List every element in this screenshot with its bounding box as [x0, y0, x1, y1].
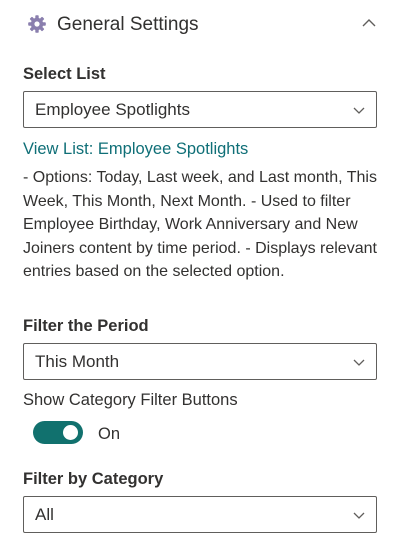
chevron-up-icon[interactable] — [360, 14, 378, 32]
category-buttons-label: Show Category Filter Buttons — [23, 391, 238, 409]
filter-period-dropdown[interactable]: This Month — [23, 343, 377, 380]
filter-category-value: All — [35, 505, 54, 524]
toggle-knob — [63, 425, 78, 440]
chevron-down-icon — [353, 107, 365, 114]
chevron-down-icon — [353, 512, 365, 519]
gear-icon — [28, 15, 46, 33]
select-list-dropdown[interactable]: Employee Spotlights — [23, 91, 377, 128]
select-list-label: Select List — [23, 65, 106, 83]
category-buttons-toggle[interactable] — [33, 421, 83, 444]
filter-category-dropdown[interactable]: All — [23, 496, 377, 533]
settings-panel: General Settings Select List Employee Sp… — [0, 0, 405, 558]
filter-period-value: This Month — [35, 352, 120, 371]
select-list-value: Employee Spotlights — [35, 100, 190, 119]
general-settings-header[interactable]: General Settings — [0, 0, 405, 50]
toggle-state-text: On — [98, 425, 121, 443]
section-title: General Settings — [57, 14, 199, 35]
chevron-down-icon — [353, 359, 365, 366]
period-description: - Options: Today, Last week, and Last mo… — [23, 169, 377, 280]
filter-category-label: Filter by Category — [23, 470, 164, 488]
view-list-link[interactable]: View List: Employee Spotlights — [23, 138, 248, 160]
filter-period-label: Filter the Period — [23, 317, 149, 335]
